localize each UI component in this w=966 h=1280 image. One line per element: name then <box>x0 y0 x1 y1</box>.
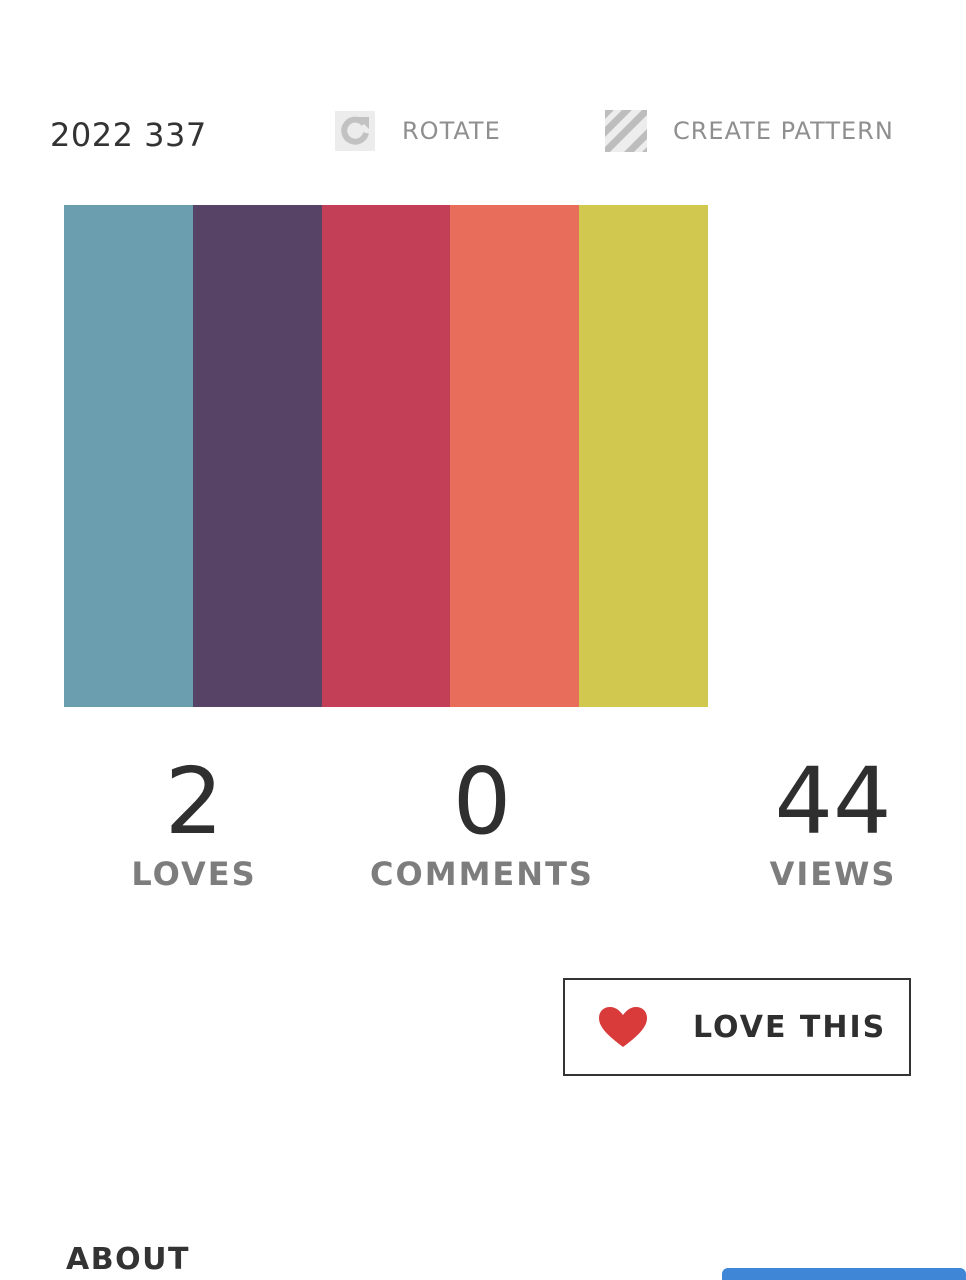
rotate-icon <box>334 110 376 152</box>
color-swatch-3[interactable] <box>321 205 451 707</box>
palette-page: 2022 337 ROTATE CREATE PATTERN 2 LOVES 0… <box>0 0 966 1280</box>
rotate-button[interactable]: ROTATE <box>334 110 501 152</box>
rotate-label: ROTATE <box>402 117 501 145</box>
love-this-button[interactable]: LOVE THIS <box>563 978 911 1076</box>
comments-stat[interactable]: 0 COMMENTS <box>364 752 600 894</box>
views-stat: 44 VIEWS <box>758 752 908 894</box>
create-pattern-button[interactable]: CREATE PATTERN <box>605 110 894 152</box>
color-swatch-1[interactable] <box>64 205 193 707</box>
comments-count: 0 <box>452 748 512 855</box>
views-label: VIEWS <box>769 855 897 893</box>
palette-title: 2022 337 <box>50 116 207 154</box>
heart-icon <box>597 1005 649 1049</box>
color-palette <box>64 205 708 707</box>
loves-stat: 2 LOVES <box>124 752 264 894</box>
color-swatch-2[interactable] <box>192 205 322 707</box>
color-swatch-4[interactable] <box>450 205 580 707</box>
create-pattern-label: CREATE PATTERN <box>673 117 894 145</box>
about-heading: ABOUT <box>66 1242 190 1277</box>
loves-count: 2 <box>164 748 224 855</box>
loves-label: LOVES <box>131 855 257 893</box>
color-swatch-5[interactable] <box>579 205 708 707</box>
views-count: 44 <box>774 748 892 855</box>
partial-blue-button[interactable] <box>722 1268 966 1280</box>
love-this-label: LOVE THIS <box>693 1009 887 1045</box>
comments-label: COMMENTS <box>370 855 594 893</box>
pattern-icon <box>605 110 647 152</box>
